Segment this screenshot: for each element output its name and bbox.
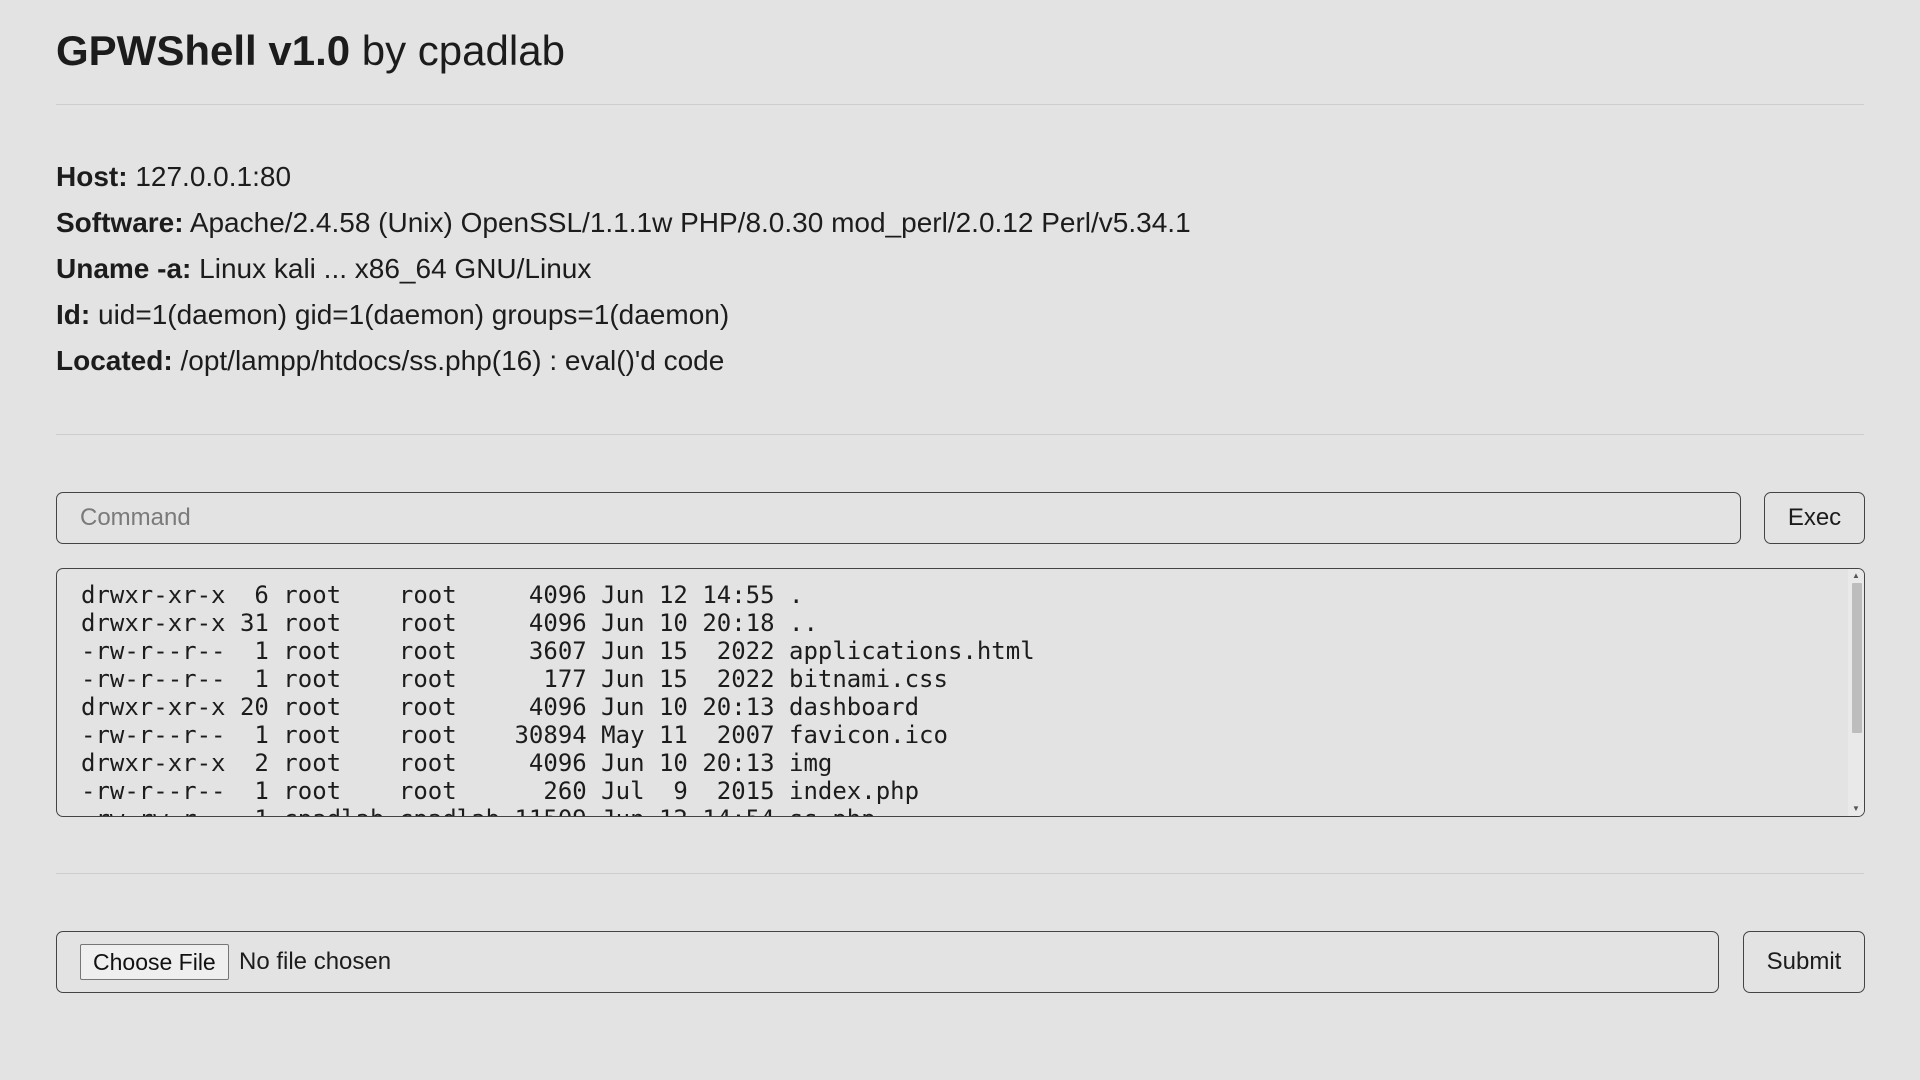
output-line: -rw-r--r-- 1 root root 260 Jul 9 2015 in…: [81, 777, 920, 805]
page-title: GPWShell v1.0 by cpadlab: [56, 24, 565, 78]
scroll-up-icon[interactable]: ▲: [1848, 569, 1864, 583]
exec-button[interactable]: Exec: [1764, 492, 1865, 544]
info-value: Apache/2.4.58 (Unix) OpenSSL/1.1.1w PHP/…: [183, 207, 1191, 238]
output-line: -rw-r--r-- 1 root root 30894 May 11 2007…: [81, 721, 948, 749]
file-upload-field[interactable]: Choose File No file chosen: [56, 931, 1719, 993]
app-name: GPWShell v1.0: [56, 27, 351, 74]
shell-page: GPWShell v1.0 by cpadlab Host: 127.0.0.1…: [0, 0, 1920, 1080]
submit-button[interactable]: Submit: [1743, 931, 1865, 993]
file-status-text: No file chosen: [239, 948, 392, 975]
info-software: Software: Apache/2.4.58 (Unix) OpenSSL/1…: [56, 200, 1191, 246]
output-line: drwxr-xr-x 20 root root 4096 Jun 10 20:1…: [81, 693, 920, 721]
info-uname: Uname -a: Linux kali ... x86_64 GNU/Linu…: [56, 246, 1191, 292]
server-info: Host: 127.0.0.1:80 Software: Apache/2.4.…: [56, 154, 1191, 384]
command-input[interactable]: [56, 492, 1741, 544]
info-label: Host:: [56, 161, 128, 192]
app-author: by cpadlab: [350, 27, 565, 74]
info-value: /opt/lampp/htdocs/ss.php(16) : eval()'d …: [172, 345, 725, 376]
divider-top: [56, 104, 1864, 105]
info-value: Linux kali ... x86_64 GNU/Linux: [191, 253, 592, 284]
output-scrollbar[interactable]: ▲ ▼: [1848, 569, 1864, 816]
info-host: Host: 127.0.0.1:80: [56, 154, 1191, 200]
info-id: Id: uid=1(daemon) gid=1(daemon) groups=1…: [56, 292, 1191, 338]
scroll-down-icon[interactable]: ▼: [1848, 802, 1864, 816]
info-value: 127.0.0.1:80: [127, 161, 292, 192]
output-line: -rw-rw-r-- 1 cpadlab cpadlab 11509 Jun 1…: [81, 805, 1035, 816]
choose-file-button[interactable]: Choose File: [80, 944, 229, 980]
info-located: Located: /opt/lampp/htdocs/ss.php(16) : …: [56, 338, 1191, 384]
info-label: Located:: [56, 345, 173, 376]
info-label: Id:: [56, 299, 91, 330]
divider-bottom: [56, 873, 1864, 874]
output-line: -rw-r--r-- 1 root root 177 Jun 15 2022 b…: [81, 665, 948, 693]
output-line: drwxr-xr-x 31 root root 4096 Jun 10 20:1…: [81, 609, 818, 637]
info-value: uid=1(daemon) gid=1(daemon) groups=1(dae…: [90, 299, 730, 330]
output-text: drwxr-xr-x 6 root root 4096 Jun 12 14:55…: [81, 581, 1035, 816]
info-label: Uname -a:: [56, 253, 192, 284]
output-line: -rw-r--r-- 1 root root 3607 Jun 15 2022 …: [81, 637, 1035, 665]
command-output[interactable]: drwxr-xr-x 6 root root 4096 Jun 12 14:55…: [56, 568, 1865, 817]
output-line: drwxr-xr-x 6 root root 4096 Jun 12 14:55…: [81, 581, 804, 609]
info-label: Software:: [56, 207, 184, 238]
output-line: drwxr-xr-x 2 root root 4096 Jun 10 20:13…: [81, 749, 833, 777]
scroll-thumb[interactable]: [1852, 583, 1862, 733]
divider-middle: [56, 434, 1864, 435]
